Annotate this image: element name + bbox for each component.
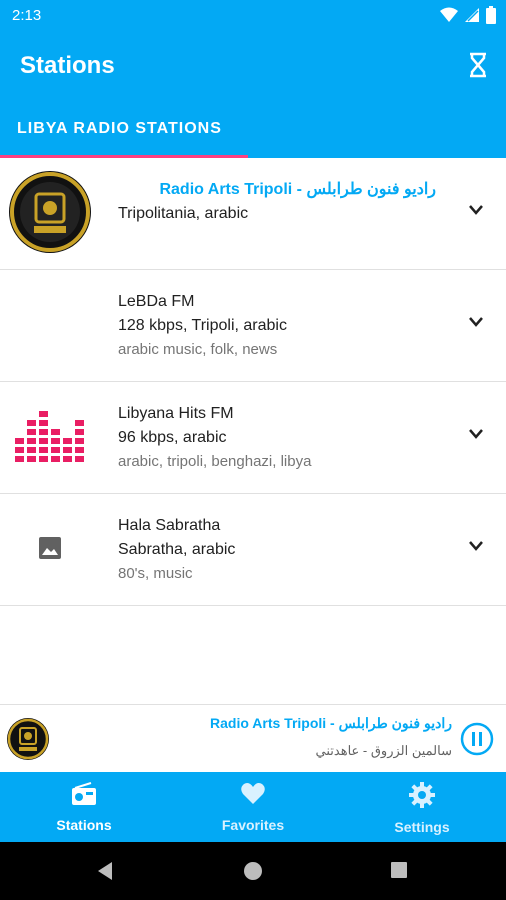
station-name: Libyana Hits FM (118, 405, 234, 422)
hourglass-icon[interactable] (468, 52, 488, 78)
wifi-icon (440, 7, 458, 22)
station-tags: 80's, music (118, 565, 193, 582)
station-name: LeBDa FM (118, 293, 195, 310)
chevron-down-icon[interactable] (468, 428, 484, 440)
equalizer-logo (8, 394, 92, 478)
station-tags: arabic, tripoli, benghazi, libya (118, 453, 312, 470)
tab-bar: LIBYA RADIO STATIONS (0, 100, 506, 158)
radio-arts-logo (8, 170, 92, 254)
back-icon[interactable] (96, 861, 114, 881)
player-title: Radio Arts Tripoli - راديو فنون طرابلس (210, 715, 452, 731)
image-placeholder-icon (8, 506, 92, 590)
station-details: 96 kbps, arabic (118, 429, 227, 446)
chevron-down-icon[interactable] (468, 540, 484, 552)
list-item[interactable]: Hala Sabratha Sabratha, arabic 80's, mus… (0, 494, 506, 606)
player-subtitle: سالمين الزروق - عاهدتني (315, 743, 452, 758)
nav-favorites[interactable]: Favorites (169, 782, 337, 833)
bottom-navigation: Stations Favorites Settings (0, 772, 506, 842)
list-item[interactable]: LeBDa FM 128 kbps, Tripoli, arabic arabi… (0, 270, 506, 382)
station-details: Tripolitania, arabic (118, 205, 249, 222)
radio-icon (72, 782, 96, 805)
status-time: 2:13 (12, 7, 42, 24)
pause-icon[interactable] (460, 722, 494, 756)
battery-icon (486, 6, 496, 24)
chevron-down-icon[interactable] (468, 316, 484, 328)
app-bar: Stations (0, 32, 506, 100)
system-navigation-bar (0, 842, 506, 900)
tab-libya-radio-stations[interactable]: LIBYA RADIO STATIONS (17, 120, 222, 138)
status-bar: 2:13 (0, 0, 506, 32)
station-name: Radio Arts Tripoli - راديو فنون طرابلس (159, 181, 436, 198)
status-icons (440, 6, 496, 24)
nav-label: Favorites (221, 817, 285, 833)
chevron-down-icon[interactable] (468, 204, 484, 216)
nav-label: Stations (56, 817, 112, 833)
station-details: 128 kbps, Tripoli, arabic (118, 317, 287, 334)
station-tags: arabic music, folk, news (118, 341, 278, 358)
gear-icon (409, 782, 435, 808)
page-title: Stations (20, 52, 115, 79)
list-item[interactable]: Libyana Hits FM 96 kbps, arabic arabic, … (0, 382, 506, 494)
station-list: Radio Arts Tripoli - راديو فنون طرابلس T… (0, 158, 506, 606)
heart-icon (241, 783, 265, 804)
station-name: Hala Sabratha (118, 517, 221, 534)
nav-stations[interactable]: Stations (0, 782, 168, 833)
nav-label: Settings (394, 819, 450, 835)
player-station-logo (7, 718, 49, 760)
list-item[interactable]: Radio Arts Tripoli - راديو فنون طرابلس T… (0, 158, 506, 270)
station-details: Sabratha, arabic (118, 541, 236, 558)
mini-player[interactable]: Radio Arts Tripoli - راديو فنون طرابلس س… (0, 704, 506, 773)
nav-settings[interactable]: Settings (338, 782, 506, 835)
home-icon[interactable] (243, 861, 263, 881)
signal-icon (465, 8, 479, 22)
recents-icon[interactable] (390, 861, 408, 879)
